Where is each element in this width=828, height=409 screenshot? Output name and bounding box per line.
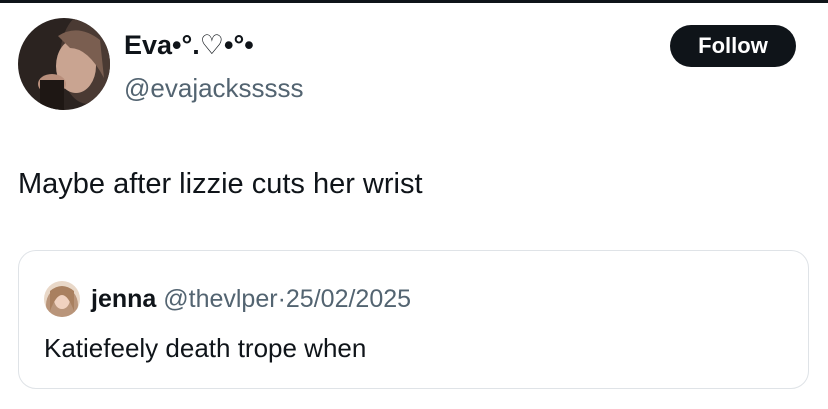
author-avatar[interactable]	[18, 18, 110, 110]
quoted-tweet-text: Katiefeely death trope when	[44, 333, 367, 363]
meta-separator: ·	[277, 285, 286, 313]
quoted-author-name[interactable]: jenna	[91, 285, 156, 313]
quoted-author-avatar[interactable]	[44, 281, 80, 317]
author-display-name[interactable]: Eva•°.♡•°•	[124, 28, 254, 62]
quoted-tweet-header: jenna @thevlper·25/02/2025	[91, 281, 411, 317]
quoted-author-handle[interactable]: @thevlper	[163, 285, 277, 313]
top-divider	[0, 0, 828, 3]
author-handle[interactable]: @evajacksssss	[124, 71, 304, 105]
quoted-tweet-card[interactable]: jenna @thevlper·25/02/2025 Katiefeely de…	[18, 250, 809, 389]
tweet-text: Maybe after lizzie cuts her wrist	[18, 168, 423, 200]
follow-button[interactable]: Follow	[670, 25, 796, 67]
quoted-tweet-date[interactable]: 25/02/2025	[286, 285, 411, 313]
